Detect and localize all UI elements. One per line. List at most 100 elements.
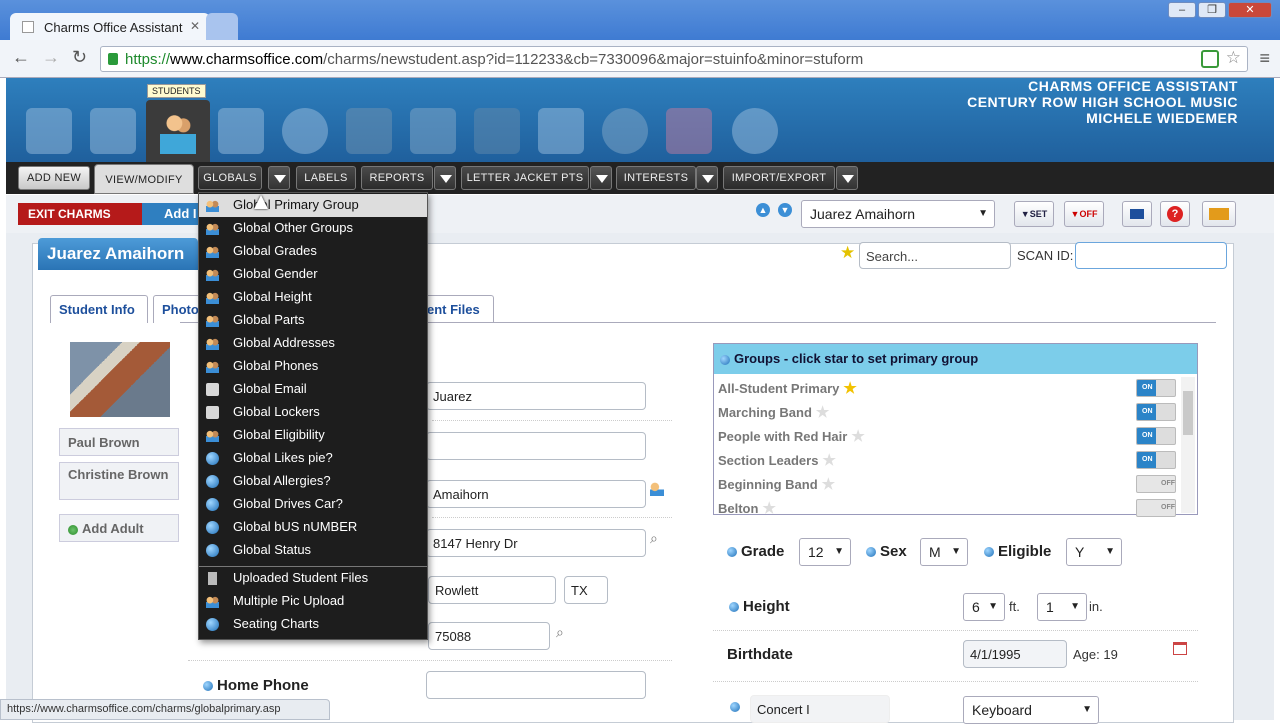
calculator-icon[interactable] — [538, 108, 584, 154]
next-student-icon[interactable]: ▼ — [778, 203, 792, 217]
chat-icon[interactable] — [282, 108, 328, 154]
letter-jacket-dropdown-icon[interactable] — [590, 166, 612, 190]
import-export-button[interactable]: IMPORT/EXPORT — [723, 166, 835, 190]
import-export-dropdown-icon[interactable] — [836, 166, 858, 190]
extension-icon[interactable] — [1201, 50, 1219, 68]
reload-icon[interactable]: ↻ — [72, 47, 87, 68]
new-tab-button[interactable] — [206, 13, 238, 41]
height-inches-select[interactable]: 1 ▼ — [1037, 593, 1087, 621]
zip-search-icon[interactable]: ⌕ — [556, 624, 564, 641]
primary-star-icon[interactable]: ★ — [816, 404, 829, 421]
sex-select[interactable]: M ▼ — [920, 538, 968, 566]
shopping-cart-icon[interactable] — [666, 108, 712, 154]
globals-dropdown-icon[interactable] — [268, 166, 290, 190]
menu-item-global-likes-pie[interactable]: Global Likes pie? — [199, 447, 427, 470]
filter-set-button[interactable]: ▼SET — [1014, 201, 1054, 227]
interests-button[interactable]: INTERESTS — [616, 166, 696, 190]
group-toggle[interactable]: ON — [1136, 451, 1176, 469]
menu-item-global-parts[interactable]: Global Parts — [199, 309, 427, 332]
exit-charms-button[interactable]: EXIT CHARMS — [18, 203, 148, 225]
eligible-select[interactable]: Y ▼ — [1066, 538, 1122, 566]
add-new-button[interactable]: ADD NEW — [18, 166, 90, 190]
menu-item-global-addresses[interactable]: Global Addresses — [199, 332, 427, 355]
primary-star-icon[interactable]: ★ — [822, 452, 835, 469]
maximize-icon[interactable]: ❐ — [1198, 2, 1226, 18]
menu-item-global-primary-group[interactable]: Global Primary Group — [199, 194, 427, 217]
menu-item-global-lockers[interactable]: Global Lockers — [199, 401, 427, 424]
close-window-icon[interactable]: ✕ — [1228, 2, 1272, 18]
menu-item-multiple-pic-upload[interactable]: Multiple Pic Upload — [199, 590, 427, 613]
student-photo[interactable] — [70, 342, 170, 417]
last-name-field[interactable]: Amaihorn — [426, 480, 646, 508]
tab-student-info[interactable]: Student Info — [50, 295, 148, 323]
add-adult-button[interactable]: Add Adult — [59, 514, 179, 542]
calendar-icon[interactable] — [218, 108, 264, 154]
groups-scrollbar[interactable] — [1181, 377, 1195, 513]
home-phone-field[interactable] — [426, 671, 646, 699]
city-field[interactable]: Rowlett — [428, 576, 556, 604]
reports-button[interactable]: REPORTS — [361, 166, 433, 190]
group-toggle[interactable]: OFF — [1136, 499, 1176, 517]
interests-dropdown-icon[interactable] — [696, 166, 718, 190]
library-icon[interactable] — [346, 108, 392, 154]
address-field[interactable]: 8147 Henry Dr — [426, 529, 646, 557]
height-feet-select[interactable]: 6 ▼ — [963, 593, 1005, 621]
address-search-icon[interactable]: ⌕ — [650, 530, 658, 547]
zip-field[interactable]: 75088 — [428, 622, 550, 650]
adult-link-icon[interactable] — [650, 482, 664, 496]
group-toggle[interactable]: ON — [1136, 427, 1176, 445]
menu-item-global-drives-car[interactable]: Global Drives Car? — [199, 493, 427, 516]
back-icon[interactable]: ← — [12, 47, 30, 68]
browser-tab[interactable]: Charms Office Assistant ✕ — [10, 13, 210, 41]
students-icon[interactable] — [146, 100, 210, 164]
menu-item-global-allergies[interactable]: Global Allergies? — [199, 470, 427, 493]
tools-icon[interactable] — [90, 108, 136, 154]
primary-star-icon[interactable]: ★ — [851, 428, 864, 445]
state-field[interactable]: TX — [564, 576, 608, 604]
primary-star-icon[interactable]: ★ — [822, 476, 835, 493]
primary-star-icon[interactable]: ★ — [843, 380, 856, 397]
menu-item-uploaded-student-files[interactable]: Uploaded Student Files — [199, 567, 427, 590]
tab-photo[interactable]: Photo — [153, 295, 203, 323]
inventory-box-icon[interactable] — [410, 108, 456, 154]
ensemble-field[interactable]: Concert I — [750, 695, 890, 723]
stamp-icon[interactable] — [1202, 201, 1236, 227]
grade-select[interactable]: 12 ▼ — [799, 538, 851, 566]
birthdate-field[interactable]: 4/1/1995 — [963, 640, 1067, 668]
help-icon[interactable]: ? — [1160, 201, 1190, 227]
adult-christine-brown[interactable]: Christine Brown — [59, 462, 179, 500]
bookmark-star-icon[interactable]: ☆ — [1226, 48, 1241, 68]
favorite-star-icon[interactable]: ★ — [840, 243, 855, 263]
calendar-icon[interactable] — [1173, 642, 1187, 655]
view-modify-tab[interactable]: VIEW/MODIFY — [94, 164, 194, 194]
award-ribbon-icon[interactable] — [602, 108, 648, 154]
labels-button[interactable]: LABELS — [296, 166, 356, 190]
menu-icon[interactable]: ≡ — [1259, 48, 1270, 69]
filter-off-button[interactable]: ▼OFF — [1064, 201, 1104, 227]
forward-icon[interactable]: → — [42, 47, 60, 68]
mug-icon[interactable] — [732, 108, 778, 154]
letter-jacket-button[interactable]: LETTER JACKET PTS — [461, 166, 589, 190]
menu-item-global-gender[interactable]: Global Gender — [199, 263, 427, 286]
group-toggle[interactable]: OFF — [1136, 475, 1176, 493]
reports-dropdown-icon[interactable] — [434, 166, 456, 190]
menu-item-global-status[interactable]: Global Status — [199, 539, 427, 562]
previous-student-icon[interactable]: ▲ — [756, 203, 770, 217]
menu-item-global-phones[interactable]: Global Phones — [199, 355, 427, 378]
group-toggle[interactable]: ON — [1136, 379, 1176, 397]
address-bar[interactable]: https://www.charmsoffice.com/charms/news… — [100, 46, 1248, 72]
tab-student-files[interactable]: ent Files — [420, 295, 494, 323]
calendar-grid-icon[interactable] — [26, 108, 72, 154]
minimize-icon[interactable]: – — [1168, 2, 1196, 18]
first-name-field[interactable]: Juarez — [426, 382, 646, 410]
globals-menu-button[interactable]: GLOBALS — [198, 166, 262, 190]
tab-close-icon[interactable]: ✕ — [190, 19, 200, 33]
menu-item-global-email[interactable]: Global Email — [199, 378, 427, 401]
add-student-button[interactable]: Add I — [142, 203, 202, 225]
menu-item-global-height[interactable]: Global Height — [199, 286, 427, 309]
menu-item-global-eligibility[interactable]: Global Eligibility — [199, 424, 427, 447]
adult-paul-brown[interactable]: Paul Brown — [59, 428, 179, 456]
primary-star-icon[interactable]: ★ — [762, 500, 775, 517]
group-toggle[interactable]: ON — [1136, 403, 1176, 421]
menu-item-global-other-groups[interactable]: Global Other Groups — [199, 217, 427, 240]
